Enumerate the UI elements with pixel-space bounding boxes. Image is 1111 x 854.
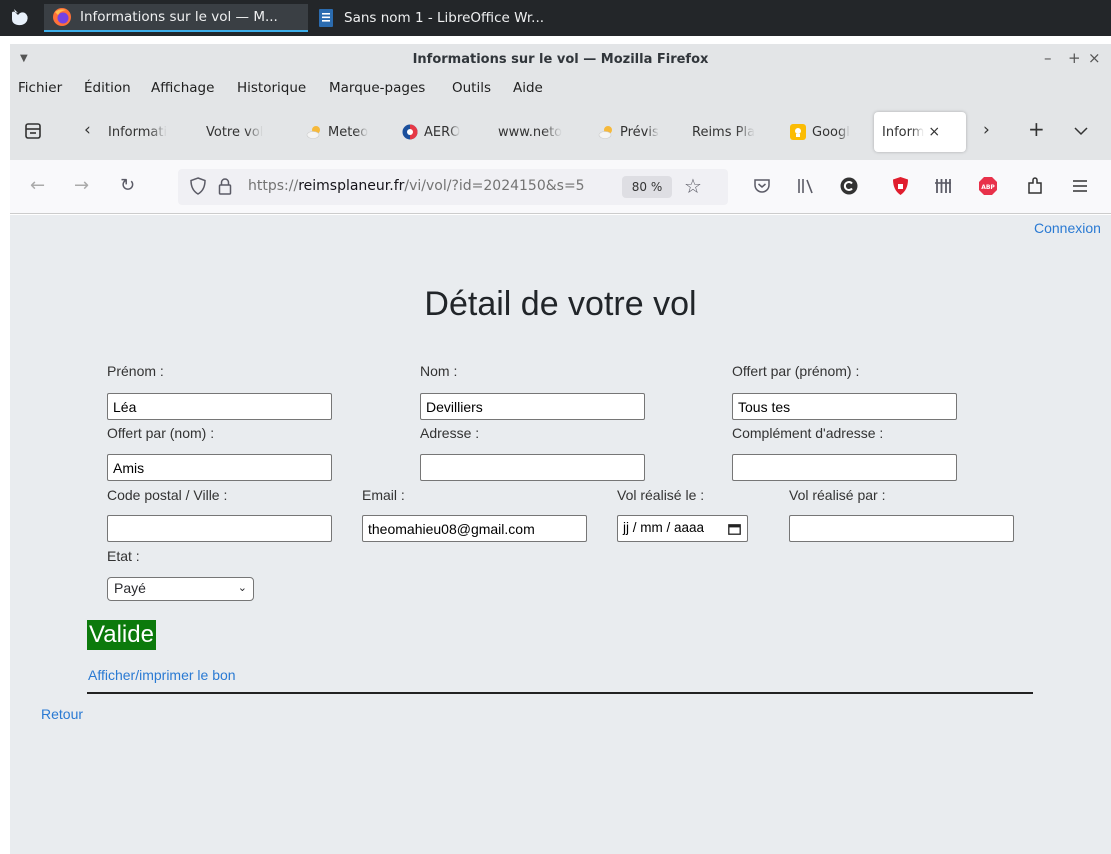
tab[interactable]: Prévis xyxy=(598,112,670,152)
offert-prenom-label: Offert par (prénom) : xyxy=(732,363,860,379)
menu-outils[interactable]: Outils xyxy=(452,80,491,96)
divider xyxy=(87,692,1033,694)
adresse-label: Adresse : xyxy=(420,425,480,441)
page-title: Détail de votre vol xyxy=(424,285,697,323)
offert-prenom-input[interactable] xyxy=(732,393,957,420)
chevron-down-icon: ⌄ xyxy=(237,582,247,594)
close-window-button[interactable]: × xyxy=(1088,49,1101,67)
close-tab-icon[interactable]: × xyxy=(928,124,940,140)
minimize-button[interactable]: – xyxy=(1044,49,1052,67)
prenom-input[interactable] xyxy=(107,393,332,420)
url-text[interactable]: https://reimsplaneur.fr/vi/vol/?id=20241… xyxy=(248,178,618,194)
date-vol-label: Vol réalisé le : xyxy=(617,487,705,503)
forward-icon[interactable]: → xyxy=(74,175,89,196)
etat-select[interactable]: Payé ⌄ xyxy=(107,577,254,601)
scroll-tabs-left-icon[interactable]: ‹ xyxy=(84,120,91,140)
cp-ville-label: Code postal / Ville : xyxy=(107,487,228,503)
lock-icon[interactable] xyxy=(218,178,232,195)
tab[interactable]: Informati xyxy=(108,112,190,152)
etat-selected-value: Payé xyxy=(114,580,146,596)
print-voucher-link[interactable]: Afficher/imprimer le bon xyxy=(88,667,236,683)
firefox-view-icon[interactable] xyxy=(24,122,42,140)
extension-c-icon[interactable] xyxy=(840,177,858,195)
tab[interactable]: Meteo xyxy=(306,112,378,152)
google-icon xyxy=(790,124,806,140)
url-bar[interactable]: https://reimsplaneur.fr/vi/vol/?id=20241… xyxy=(178,169,728,205)
menubar: Fichier Édition Affichage Historique Mar… xyxy=(10,76,1111,102)
complement-adresse-input[interactable] xyxy=(732,454,957,481)
navigation-toolbar: ← → ↻ https://reimsplaneur.fr/vi/vol/?id… xyxy=(10,160,1111,214)
pilote-input[interactable] xyxy=(789,515,1014,542)
task-label: Informations sur le vol — M... xyxy=(80,9,278,25)
new-tab-icon[interactable]: + xyxy=(1028,117,1045,141)
back-link[interactable]: Retour xyxy=(41,706,83,722)
ublock-origin-icon[interactable] xyxy=(892,176,909,196)
weather-icon xyxy=(306,126,320,139)
zoom-level-badge[interactable]: 80 % xyxy=(622,176,672,198)
taskbar-task-writer[interactable]: Sans nom 1 - LibreOffice Wr... xyxy=(308,4,638,32)
menu-affichage[interactable]: Affichage xyxy=(151,80,214,96)
tab[interactable]: AERO xyxy=(402,112,476,152)
firefox-icon xyxy=(53,8,71,26)
tab[interactable]: www.neto xyxy=(498,112,570,152)
menu-marque-pages[interactable]: Marque-pages xyxy=(329,80,425,96)
library-icon[interactable] xyxy=(797,178,815,194)
tab[interactable]: Googl xyxy=(790,112,862,152)
weather-icon xyxy=(598,126,612,139)
prenom-label: Prénom : xyxy=(107,363,164,379)
app-menu-hamburger-icon[interactable] xyxy=(1072,179,1088,193)
maximize-button[interactable]: + xyxy=(1068,49,1081,67)
email-input[interactable] xyxy=(362,515,587,542)
application-launcher-icon[interactable] xyxy=(10,9,30,27)
adblock-plus-icon[interactable]: ABP xyxy=(978,176,998,196)
complement-adresse-label: Complément d'adresse : xyxy=(732,425,884,441)
bookmark-star-icon[interactable]: ☆ xyxy=(684,174,702,198)
window-title: Informations sur le vol — Mozilla Firefo… xyxy=(412,52,709,67)
menu-aide[interactable]: Aide xyxy=(513,80,543,96)
scroll-tabs-right-icon[interactable]: › xyxy=(983,120,990,140)
login-link[interactable]: Connexion xyxy=(1034,220,1101,236)
pocket-icon[interactable] xyxy=(753,177,771,195)
back-icon[interactable]: ← xyxy=(30,175,45,196)
taskbar: Informations sur le vol — M... Sans nom … xyxy=(0,0,1111,36)
tab-selected[interactable]: Inform × xyxy=(874,112,966,152)
window-titlebar: ▼ Informations sur le vol — Mozilla Fire… xyxy=(10,44,1111,76)
tracking-protection-shield-icon[interactable] xyxy=(190,177,206,195)
tab[interactable]: Reims Pla xyxy=(692,112,764,152)
calendar-icon[interactable] xyxy=(728,523,741,535)
status-badge: Valide xyxy=(87,620,156,650)
page-content: Connexion Détail de votre vol Prénom : N… xyxy=(10,215,1111,854)
menu-fichier[interactable]: Fichier xyxy=(18,80,62,96)
svg-text:ABP: ABP xyxy=(981,184,995,191)
email-label: Email : xyxy=(362,487,405,503)
adresse-input[interactable] xyxy=(420,454,645,481)
nom-input[interactable] xyxy=(420,393,645,420)
cp-ville-input[interactable] xyxy=(107,515,332,542)
tab-strip: ‹ Informati Votre vol Meteo AERO www.net… xyxy=(10,102,1111,160)
extension-fence-icon[interactable] xyxy=(934,178,952,194)
list-all-tabs-icon[interactable] xyxy=(1074,126,1088,136)
nom-label: Nom : xyxy=(420,363,458,379)
offert-nom-input[interactable] xyxy=(107,454,332,481)
pilote-label: Vol réalisé par : xyxy=(789,487,886,503)
menu-historique[interactable]: Historique xyxy=(237,80,306,96)
offert-nom-label: Offert par (nom) : xyxy=(107,425,215,441)
date-vol-input[interactable]: jj / mm / aaaa xyxy=(617,515,748,542)
taskbar-task-firefox[interactable]: Informations sur le vol — M... xyxy=(44,4,308,32)
libreoffice-writer-icon xyxy=(319,9,333,27)
reload-icon[interactable]: ↻ xyxy=(120,175,135,196)
menu-edition[interactable]: Édition xyxy=(84,80,131,96)
aero-icon xyxy=(402,124,418,140)
extensions-puzzle-icon[interactable] xyxy=(1026,176,1044,196)
task-label: Sans nom 1 - LibreOffice Wr... xyxy=(344,10,545,26)
tab[interactable]: Votre vol xyxy=(206,112,284,152)
date-placeholder: jj / mm / aaaa xyxy=(623,520,705,535)
etat-label: Etat : xyxy=(107,548,140,564)
